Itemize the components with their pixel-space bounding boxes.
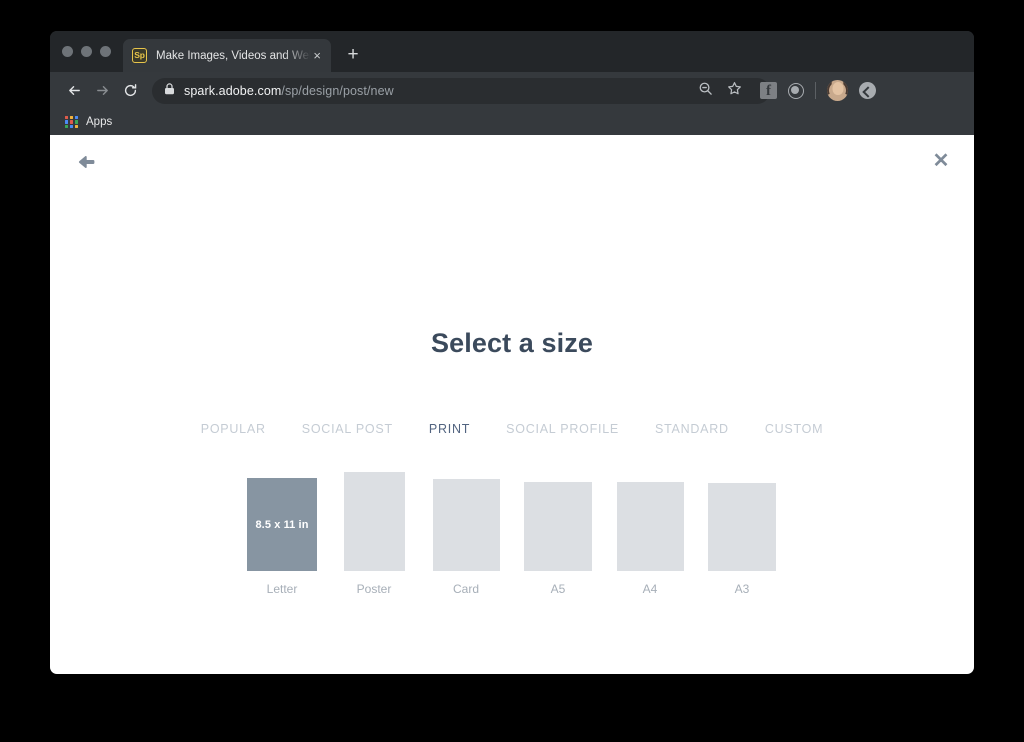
category-tab-print[interactable]: PRINT — [411, 418, 488, 440]
size-name-label: A5 — [551, 582, 566, 596]
star-icon[interactable] — [727, 81, 742, 101]
url-text: spark.adobe.com/sp/design/post/new — [184, 84, 394, 98]
browser-window: Sp Make Images, Videos and Web × + — [50, 31, 974, 674]
url-path: /sp/design/post/new — [281, 84, 393, 98]
browser-toolbar: spark.adobe.com/sp/design/post/new f — [50, 72, 974, 109]
browser-tab[interactable]: Sp Make Images, Videos and Web × — [123, 39, 331, 72]
extension-icon[interactable] — [788, 83, 804, 99]
lock-icon — [164, 82, 175, 100]
size-name-label: A3 — [735, 582, 750, 596]
close-icon[interactable]: ✕ — [924, 145, 958, 177]
category-tabs: POPULARSOCIAL POSTPRINTSOCIAL PROFILESTA… — [50, 418, 974, 440]
profile-upload-icon[interactable] — [859, 82, 876, 99]
apps-shortcut[interactable]: Apps — [61, 114, 116, 131]
zoom-out-icon[interactable] — [698, 81, 713, 101]
user-avatar[interactable] — [827, 80, 848, 101]
window-minimize-button[interactable] — [81, 46, 92, 57]
back-arrow-icon[interactable] — [68, 146, 104, 178]
url-domain: spark.adobe.com — [184, 84, 281, 98]
bookmarks-bar: Apps — [50, 109, 974, 135]
facebook-extension-icon[interactable]: f — [760, 82, 777, 99]
back-icon[interactable] — [60, 77, 88, 105]
tab-close-icon[interactable]: × — [311, 49, 323, 62]
category-tab-custom[interactable]: CUSTOM — [747, 418, 841, 440]
window-maximize-button[interactable] — [100, 46, 111, 57]
category-tab-standard[interactable]: STANDARD — [637, 418, 747, 440]
apps-label: Apps — [86, 116, 112, 128]
omnibox-actions — [698, 81, 742, 101]
category-tab-social-profile[interactable]: SOCIAL PROFILE — [488, 418, 637, 440]
adobe-spark-favicon: Sp — [132, 48, 147, 63]
next-button-row: Next — [50, 475, 974, 535]
size-name-label: A4 — [643, 582, 658, 596]
window-traffic-lights — [62, 46, 111, 57]
extensions-area: f — [760, 80, 876, 101]
reload-icon[interactable] — [116, 77, 144, 105]
category-tab-popular[interactable]: POPULAR — [183, 418, 284, 440]
size-name-label: Card — [453, 582, 479, 596]
new-tab-button[interactable]: + — [342, 45, 364, 67]
forward-icon[interactable] — [88, 77, 116, 105]
address-bar[interactable]: spark.adobe.com/sp/design/post/new — [152, 78, 770, 104]
size-name-label: Poster — [357, 582, 392, 596]
category-tab-social-post[interactable]: SOCIAL POST — [284, 418, 411, 440]
tab-title: Make Images, Videos and Web — [156, 50, 311, 62]
size-name-label: Letter — [267, 582, 298, 596]
page-content: ✕ Select a size POPULARSOCIAL POSTPRINTS… — [50, 135, 974, 674]
toolbar-divider — [815, 82, 816, 99]
apps-grid-icon — [65, 116, 78, 129]
window-close-button[interactable] — [62, 46, 73, 57]
tab-strip: Sp Make Images, Videos and Web × + — [50, 31, 974, 72]
page-title: Select a size — [50, 328, 974, 359]
